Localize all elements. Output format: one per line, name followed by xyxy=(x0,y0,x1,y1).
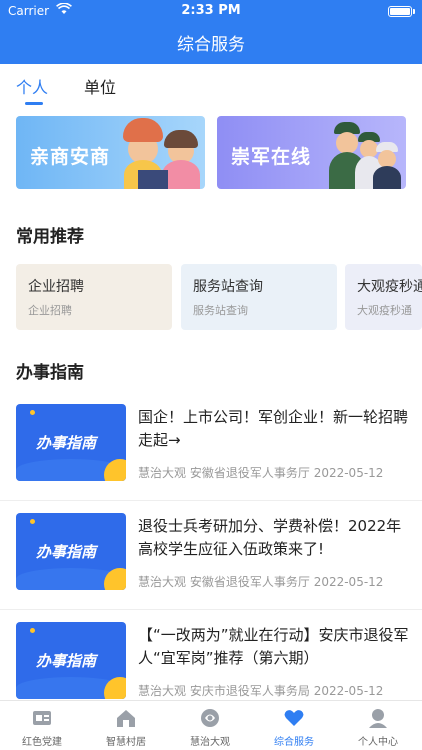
battery-tip xyxy=(413,9,415,14)
guide-source: 慧治大观 xyxy=(138,575,187,589)
guide-org: 安庆市退役军人事务局 xyxy=(189,684,310,698)
service-card-title: 大观疫秒通 xyxy=(357,279,422,295)
tabbar-label: 智慧村居 xyxy=(106,737,146,748)
tabbar-item-governance[interactable]: 慧治大观 xyxy=(168,707,252,748)
active-tab-indicator xyxy=(25,102,43,105)
service-card-epidemic[interactable]: 大观疫秒通 大观疫秒通 xyxy=(345,264,422,330)
service-card-title: 服务站查询 xyxy=(193,279,263,295)
thumbnail-label: 办事指南 xyxy=(36,652,97,670)
status-bar: Carrier 2:33 PM xyxy=(0,0,422,22)
service-card-title: 企业招聘 xyxy=(28,279,84,295)
tabbar-item-service[interactable]: 综合服务 xyxy=(252,707,336,748)
guide-source: 慧治大观 xyxy=(138,466,187,480)
banner-business-service[interactable]: 亲商安商 xyxy=(16,116,205,189)
tab-personal[interactable]: 个人 xyxy=(16,74,48,98)
service-card-subtitle: 企业招聘 xyxy=(28,304,72,317)
page-title: 综合服务 xyxy=(177,35,245,55)
guide-date: 2022-05-12 xyxy=(313,466,384,480)
guide-meta: 慧治大观 安徽省退役军人事务厅 2022-05-12 xyxy=(138,573,383,590)
guide-title: 【“一改两为”就业在行动】安庆市退役军人“宜军岗”推荐（第六期） xyxy=(138,626,409,667)
tab-organization[interactable]: 单位 xyxy=(84,74,116,98)
tabbar-label: 综合服务 xyxy=(274,737,314,748)
village-home-icon xyxy=(115,707,137,729)
bottom-tab-bar: 红色党建 智慧村居 慧治大观 综合服务 个人中心 xyxy=(0,700,422,750)
service-card-subtitle: 服务站查询 xyxy=(193,304,248,317)
tabbar-item-party[interactable]: 红色党建 xyxy=(0,707,84,748)
governance-icon xyxy=(199,707,221,729)
banner-label: 亲商安商 xyxy=(30,146,111,168)
service-card-recruitment[interactable]: 企业招聘 企业招聘 xyxy=(16,264,172,330)
guide-meta: 慧治大观 安徽省退役军人事务厅 2022-05-12 xyxy=(138,464,383,481)
guide-list-item[interactable]: 办事指南 退役士兵考研加分、学费补偿！2022年高校学生应征入伍政策来了! 慧治… xyxy=(0,502,422,610)
tabbar-label: 个人中心 xyxy=(358,737,398,748)
service-card-station-query[interactable]: 服务站查询 服务站查询 xyxy=(181,264,337,330)
guide-thumbnail: 办事指南 xyxy=(16,513,126,590)
service-card-subtitle: 大观疫秒通 xyxy=(357,304,412,317)
guide-thumbnail: 办事指南 xyxy=(16,404,126,481)
tabbar-label: 慧治大观 xyxy=(190,737,230,748)
guide-source: 慧治大观 xyxy=(138,684,187,698)
thumbnail-label: 办事指南 xyxy=(36,434,97,452)
tabbar-label: 红色党建 xyxy=(22,737,62,748)
guide-list-item[interactable]: 办事指南 国企！上市公司！军创企业！新一轮招聘走起→ 慧治大观 安徽省退役军人事… xyxy=(0,393,422,501)
tabbar-item-profile[interactable]: 个人中心 xyxy=(336,707,420,748)
status-time: 2:33 PM xyxy=(181,3,241,18)
guide-meta: 慧治大观 安庆市退役军人事务局 2022-05-12 xyxy=(138,682,383,699)
banner-military-online[interactable]: 崇军在线 xyxy=(217,116,406,189)
battery-icon xyxy=(388,6,412,17)
top-header: Carrier 2:33 PM 综合服务 xyxy=(0,0,422,64)
party-building-icon xyxy=(31,707,53,729)
guide-date: 2022-05-12 xyxy=(313,684,384,698)
section-title-recommend: 常用推荐 xyxy=(16,227,84,247)
guide-date: 2022-05-12 xyxy=(313,575,384,589)
guide-org: 安徽省退役军人事务厅 xyxy=(189,575,310,589)
heart-service-icon xyxy=(283,707,305,729)
section-title-guide: 办事指南 xyxy=(16,363,84,383)
guide-thumbnail: 办事指南 xyxy=(16,622,126,699)
thumbnail-label: 办事指南 xyxy=(36,543,97,561)
guide-title: 退役士兵考研加分、学费补偿！2022年高校学生应征入伍政策来了! xyxy=(138,517,402,558)
guide-title: 国企！上市公司！军创企业！新一轮招聘走起→ xyxy=(138,408,409,449)
guide-org: 安徽省退役军人事务厅 xyxy=(189,466,310,480)
tabbar-item-village[interactable]: 智慧村居 xyxy=(84,707,168,748)
banner-label: 崇军在线 xyxy=(231,146,312,168)
user-center-icon xyxy=(367,707,389,729)
